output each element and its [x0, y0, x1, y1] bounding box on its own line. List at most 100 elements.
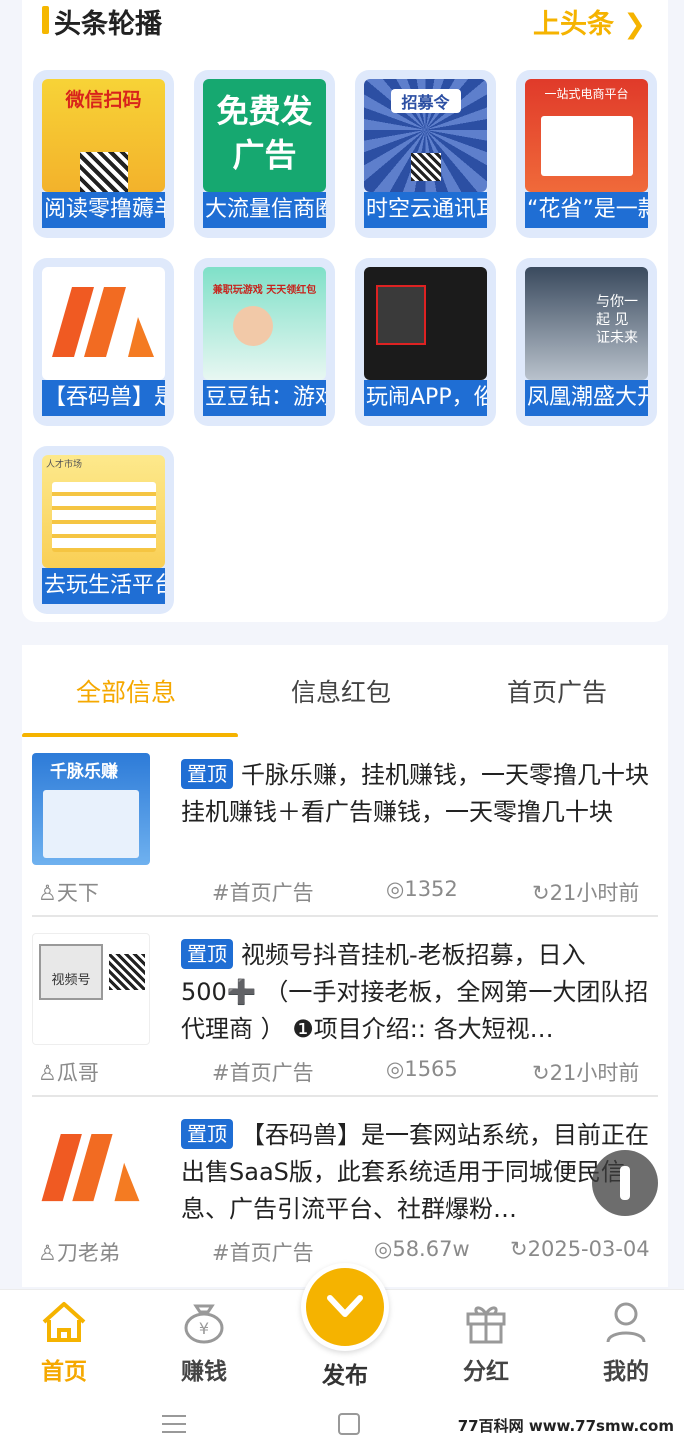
tile-image-text: 一站式电商平台 — [544, 87, 629, 101]
item-views: ◎1352 — [386, 877, 458, 901]
gift-icon — [466, 1306, 506, 1344]
tile-label: “花省”是一款 — [525, 192, 648, 228]
info-list: 千脉乐赚 置顶 千脉乐赚，挂机赚钱，一天零撸几十块 挂机赚钱＋看广告赚钱，一天零撸… — [22, 737, 668, 1287]
publish-button[interactable] — [301, 1263, 389, 1351]
post-time: 2025-03-04 — [527, 1237, 650, 1261]
headline-tile[interactable]: 兼职玩游戏 天天领红包 豆豆钻：游戏 — [194, 258, 335, 426]
headline-tile[interactable]: 免费发广告 大流量信商圈 — [194, 70, 335, 238]
user-icon: ♙ — [38, 1241, 57, 1265]
tile-image: 与你一起 见证未来 — [525, 267, 648, 380]
headline-tile[interactable]: 与你一起 见证未来 凤凰潮盛大开 — [516, 258, 657, 426]
tile-image-text: 人才市场 — [46, 460, 83, 470]
svg-text:¥: ¥ — [199, 1319, 209, 1338]
nav-mine[interactable]: 我的 — [566, 1300, 684, 1386]
qr-code-icon — [109, 954, 145, 990]
tab-home-ads[interactable]: 首页广告 — [507, 673, 607, 709]
tab-all-info[interactable]: 全部信息 — [76, 673, 176, 709]
home-square-icon[interactable] — [338, 1413, 360, 1435]
headline-tile[interactable]: 【吞码兽】是 — [33, 258, 174, 426]
item-title: 置顶 千脉乐赚，挂机赚钱，一天零撸几十块 挂机赚钱＋看广告赚钱，一天零撸几十块 — [181, 757, 655, 868]
menu-icon[interactable] — [162, 1415, 186, 1433]
item-tag[interactable]: #首页广告 — [212, 1057, 314, 1087]
nav-publish-label[interactable]: 发布 — [285, 1356, 405, 1390]
tile-image: 人才市场 — [42, 455, 165, 568]
tile-image-text: 与你一起 见证未来 — [596, 294, 638, 346]
tunmashou-logo-icon — [41, 1133, 140, 1202]
item-time: ↻21小时前 — [532, 1057, 639, 1087]
qr-code-icon — [79, 152, 128, 192]
tile-label: 大流量信商圈 — [203, 192, 326, 228]
headline-more-label: 上头条 — [532, 9, 614, 40]
list-item[interactable]: 视频号 置顶 视频号抖音挂机-老板招募，日入500➕ （一手对接老板，全网第一大团… — [22, 917, 668, 1097]
headline-tile[interactable]: 微信扫码 阅读零撸薅羊 — [33, 70, 174, 238]
menu-icon-line — [162, 1423, 186, 1425]
eye-icon: ◎ — [386, 877, 405, 901]
tile-grid — [51, 482, 156, 552]
info-tabs: 全部信息 信息红包 首页广告 — [22, 645, 668, 738]
tile-label: 凤凰潮盛大开 — [525, 380, 648, 416]
tile-label: 时空云通讯耳 — [364, 192, 487, 228]
tile-image — [42, 267, 165, 380]
list-item[interactable]: 千脉乐赚 置顶 千脉乐赚，挂机赚钱，一天零撸几十块 挂机赚钱＋看广告赚钱，一天零撸… — [22, 737, 668, 917]
pinned-badge: 置顶 — [181, 1119, 233, 1149]
view-count: 1352 — [404, 877, 458, 901]
tile-image-text: 微信扫码 — [65, 89, 142, 111]
thumbnail-text: 视频号 — [51, 973, 91, 988]
item-title-text: 视频号抖音挂机-老板招募，日入500➕ （一手对接老板，全网第一大团队招代理商 … — [181, 941, 649, 1043]
nav-dividend[interactable]: 分红 — [426, 1300, 546, 1386]
nav-home[interactable]: 首页 — [4, 1300, 124, 1386]
refresh-icon: ↻ — [532, 881, 550, 905]
item-thumbnail — [32, 1113, 150, 1225]
post-time: 21小时前 — [549, 1061, 640, 1085]
user-icon — [606, 1302, 646, 1343]
author-name: 瓜哥 — [56, 1061, 99, 1085]
tile-screen — [43, 790, 139, 858]
pinned-badge: 置顶 — [181, 939, 233, 969]
money-bag-icon: ¥ — [184, 1304, 224, 1344]
item-tag[interactable]: #首页广告 — [212, 1237, 314, 1267]
item-views: ◎1565 — [386, 1057, 458, 1081]
view-count: 1565 — [404, 1057, 458, 1081]
item-time: ↻21小时前 — [532, 877, 639, 907]
tile-image: 兼职玩游戏 天天领红包 — [203, 267, 326, 380]
tile-label: 【吞码兽】是 — [42, 380, 165, 416]
item-title: 置顶 【吞码兽】是一套网站系统，目前正在出售SaaS版，此套系统适用于同城便民信息… — [181, 1117, 655, 1228]
tile-image: 微信扫码 — [42, 79, 165, 192]
nav-label: 赚钱 — [181, 1359, 227, 1385]
item-author: ♙天下 — [38, 877, 99, 907]
thumbnail-text: 千脉乐赚 — [50, 762, 118, 782]
headline-tile[interactable]: 一站式电商平台 “花省”是一款 — [516, 70, 657, 238]
home-icon — [42, 1302, 86, 1342]
watermark-text: 77百科网 www.77smw.com — [457, 1417, 674, 1435]
tile-image: 一站式电商平台 — [525, 79, 648, 192]
headline-accent-bar — [42, 6, 49, 34]
qr-code-icon — [410, 153, 441, 181]
view-count: 58.67w — [392, 1237, 470, 1261]
item-thumbnail: 视频号 — [32, 933, 150, 1045]
tile-label: 玩闹APP，俗 — [364, 380, 487, 416]
tile-screen — [540, 116, 633, 176]
item-tag[interactable]: #首页广告 — [212, 877, 314, 907]
tile-screen — [376, 285, 426, 345]
floating-action-button[interactable] — [592, 1150, 658, 1216]
headline-title: 头条轮播 — [54, 9, 162, 40]
eye-icon: ◎ — [386, 1057, 405, 1081]
item-thumbnail: 千脉乐赚 — [32, 753, 150, 865]
headline-tile[interactable]: 人才市场 去玩生活平台 — [33, 446, 174, 614]
headline-tile[interactable]: 玩闹APP，俗 — [355, 258, 496, 426]
tile-image-text: 兼职玩游戏 天天领红包 — [212, 285, 317, 296]
tunmashou-logo-icon — [52, 287, 154, 357]
post-time: 21小时前 — [549, 881, 640, 905]
list-item[interactable]: 置顶 【吞码兽】是一套网站系统，目前正在出售SaaS版，此套系统适用于同城便民信息… — [22, 1097, 668, 1277]
chevron-right-icon: ❯ — [613, 9, 646, 40]
tab-info-red-packet[interactable]: 信息红包 — [291, 673, 391, 709]
headline-more-link[interactable]: 上头条 ❯ — [533, 2, 646, 41]
nav-earn[interactable]: ¥ 赚钱 — [144, 1300, 264, 1386]
refresh-icon: ↻ — [532, 1061, 550, 1085]
item-author: ♙刀老弟 — [38, 1237, 120, 1267]
author-name: 刀老弟 — [56, 1241, 120, 1265]
item-title: 置顶 视频号抖音挂机-老板招募，日入500➕ （一手对接老板，全网第一大团队招代理… — [181, 937, 655, 1048]
nav-label: 分红 — [463, 1359, 509, 1385]
headline-tile[interactable]: 招募令 时空云通讯耳 — [355, 70, 496, 238]
tile-image: 招募令 — [364, 79, 487, 192]
